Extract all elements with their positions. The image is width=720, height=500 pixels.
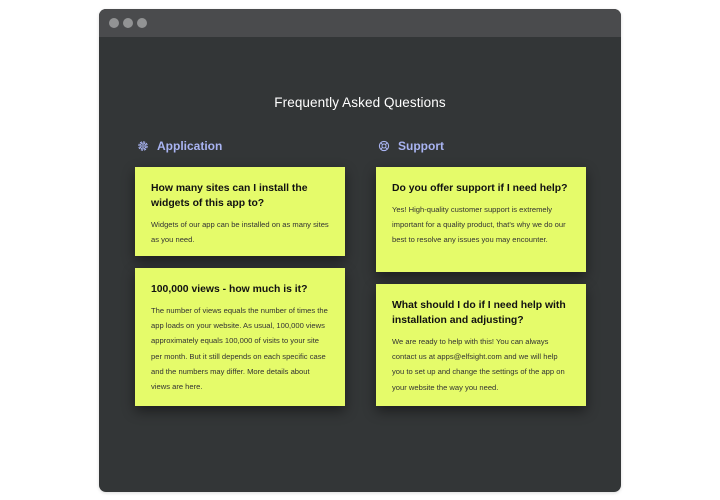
faq-card[interactable]: 100,000 views - how much is it? The numb… (135, 268, 345, 406)
section-label: Application (157, 139, 223, 153)
faq-question: Do you offer support if I need help? (392, 183, 568, 194)
browser-window: Frequently Asked Questions Application S… (99, 9, 621, 492)
faq-question: 100,000 views - how much is it? (151, 284, 308, 295)
faq-answer: The number of views equals the number of… (151, 306, 328, 392)
faq-question: What should I do if I need help with ins… (392, 300, 566, 326)
faq-answer: We are ready to help with this! You can … (392, 337, 565, 392)
window-maximize-button[interactable] (137, 18, 147, 28)
section-header-application: Application (137, 139, 222, 153)
faq-answer: Widgets of our app can be installed on a… (151, 220, 329, 245)
section-header-support: Support (378, 139, 444, 153)
faq-card[interactable]: What should I do if I need help with ins… (376, 284, 586, 406)
faq-card[interactable]: How many sites can I install the widgets… (135, 167, 345, 256)
lifebuoy-icon (378, 140, 390, 152)
section-label: Support (398, 139, 444, 153)
faq-question: How many sites can I install the widgets… (151, 183, 308, 209)
faq-card[interactable]: Do you offer support if I need help? Yes… (376, 167, 586, 272)
window-close-button[interactable] (109, 18, 119, 28)
faq-answer: Yes! High-quality customer support is ex… (392, 205, 566, 245)
window-minimize-button[interactable] (123, 18, 133, 28)
window-titlebar (99, 9, 621, 37)
page-title: Frequently Asked Questions (274, 95, 446, 110)
gear-icon (137, 140, 149, 152)
